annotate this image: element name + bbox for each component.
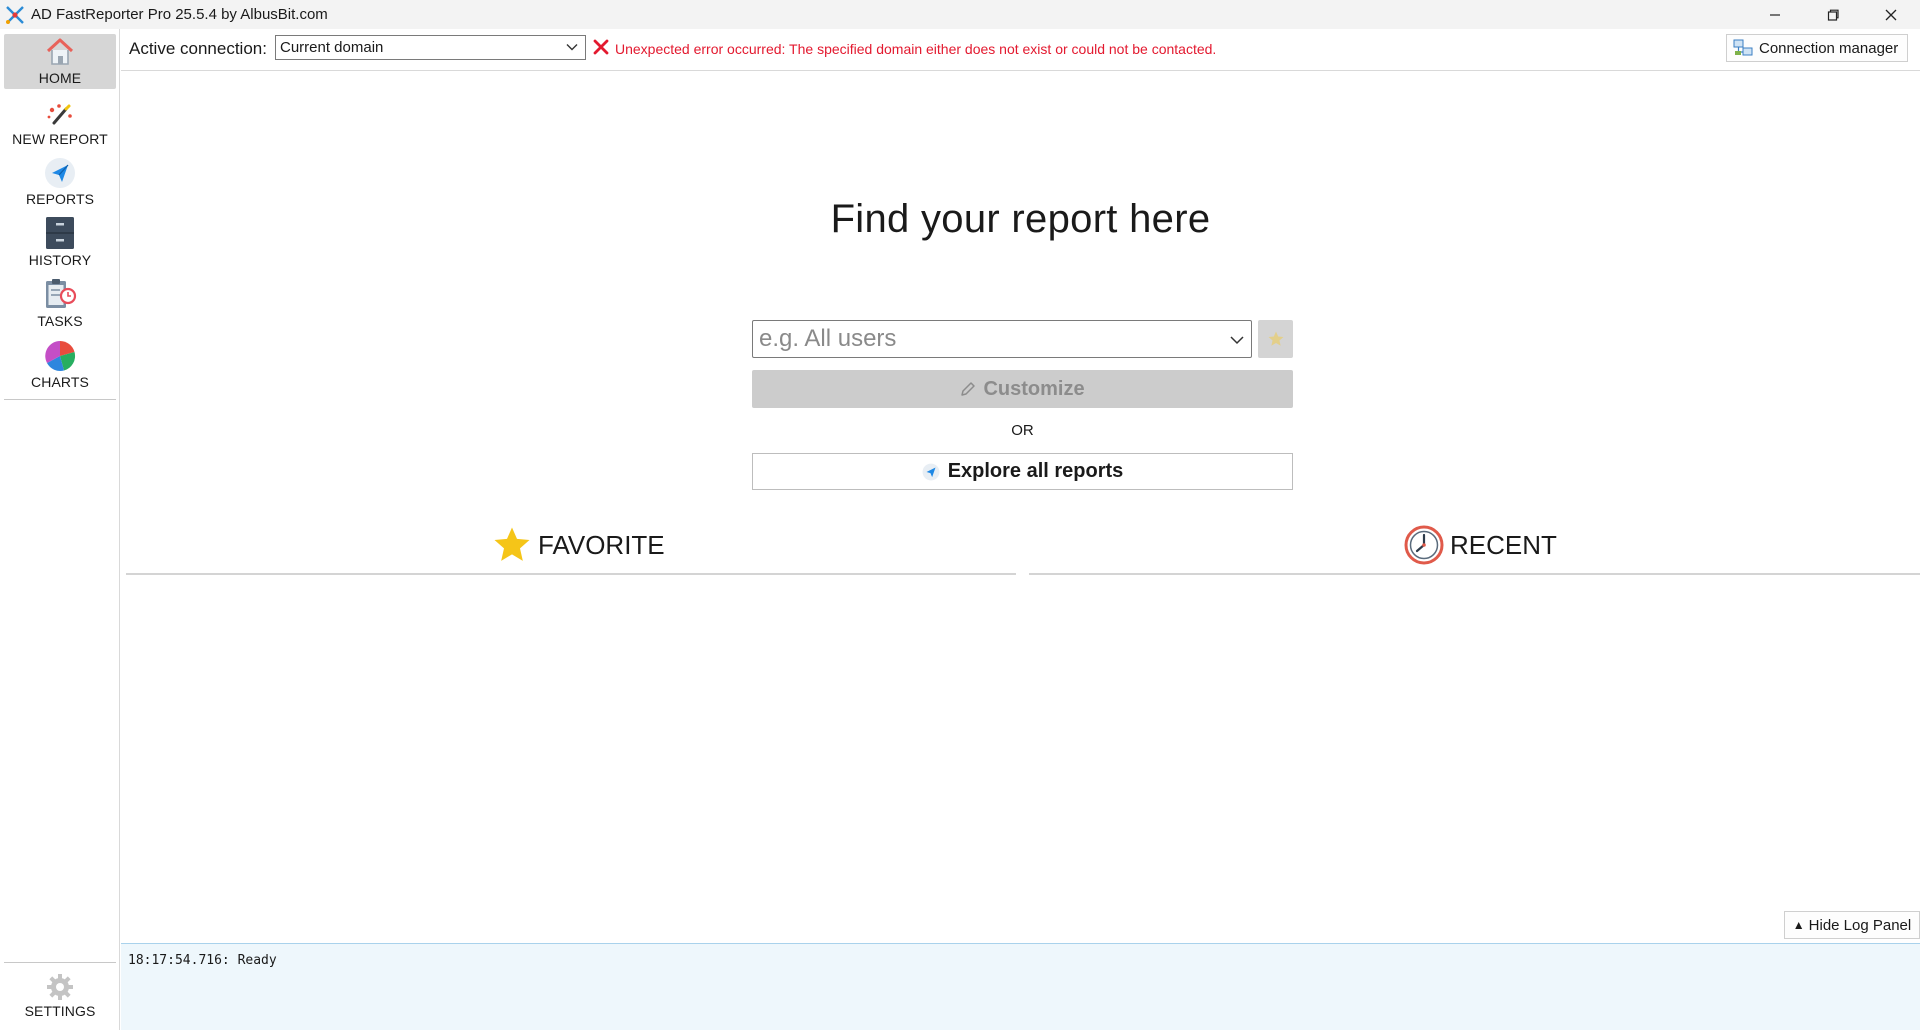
close-button[interactable] xyxy=(1862,0,1920,29)
sidebar-item-label: TASKS xyxy=(37,313,83,329)
connection-manager-label: Connection manager xyxy=(1759,39,1899,57)
log-panel: 18:17:54.716: Ready xyxy=(121,943,1920,1030)
connection-error-message: Unexpected error occurred: The specified… xyxy=(615,41,1217,57)
hide-log-panel-button[interactable]: ▲ Hide Log Panel xyxy=(1784,911,1920,939)
paper-plane-icon xyxy=(922,463,940,480)
pencil-icon xyxy=(961,382,976,396)
customize-button[interactable]: Customize xyxy=(752,370,1293,408)
network-computers-icon xyxy=(1733,39,1753,56)
restore-icon xyxy=(1827,9,1839,21)
clock-icon xyxy=(1404,525,1444,565)
active-connection-value: Current domain xyxy=(280,39,384,56)
add-favorite-button[interactable] xyxy=(1258,320,1293,358)
home-icon xyxy=(46,38,74,65)
or-separator: OR xyxy=(1011,422,1034,439)
window-title: AD FastReporter Pro 25.5.4 by AlbusBit.c… xyxy=(31,6,328,23)
sidebar: HOME NEW REPORT REPORTS HISTORY TASKS CH… xyxy=(0,29,120,1030)
window-controls xyxy=(1746,0,1920,29)
report-search-input[interactable] xyxy=(753,321,1213,357)
favorite-section-header: FAVORITE xyxy=(492,525,665,565)
report-search-combo[interactable] xyxy=(752,320,1252,358)
minimize-button[interactable] xyxy=(1746,0,1804,29)
sidebar-item-label: NEW REPORT xyxy=(12,131,108,147)
error-x-icon xyxy=(593,39,609,55)
sidebar-item-settings[interactable]: SETTINGS xyxy=(4,967,116,1022)
active-connection-select[interactable]: Current domain xyxy=(275,35,586,60)
cabinet-icon xyxy=(46,217,74,249)
star-icon xyxy=(1268,331,1283,346)
recent-section-label: RECENT xyxy=(1450,529,1557,560)
sidebar-item-label: HISTORY xyxy=(28,252,92,268)
magic-wand-icon xyxy=(47,104,72,125)
sidebar-divider xyxy=(4,399,116,400)
sidebar-item-new-report[interactable]: NEW REPORT xyxy=(4,95,116,150)
log-line: 18:17:54.716: Ready xyxy=(128,953,277,968)
favorite-section-divider xyxy=(126,573,1016,575)
albusbit-logo-icon xyxy=(4,4,26,26)
chevron-down-icon[interactable] xyxy=(1229,332,1245,348)
sidebar-item-label: REPORTS xyxy=(25,191,95,207)
connection-bar: Active connection: Current domain Unexpe… xyxy=(121,29,1920,71)
pie-chart-icon xyxy=(45,340,76,371)
gear-icon xyxy=(47,974,73,1000)
chevron-down-icon xyxy=(566,44,578,51)
customize-label: Customize xyxy=(983,377,1085,400)
minimize-icon xyxy=(1770,13,1780,16)
connection-manager-button[interactable]: Connection manager xyxy=(1726,34,1908,62)
clipboard-clock-icon xyxy=(46,279,77,308)
sidebar-divider xyxy=(4,962,116,963)
sidebar-item-history[interactable]: HISTORY xyxy=(4,216,116,271)
recent-section-header: RECENT xyxy=(1404,525,1557,565)
explore-all-reports-button[interactable]: Explore all reports xyxy=(752,453,1293,490)
favorite-section-label: FAVORITE xyxy=(538,529,665,560)
active-connection-label: Active connection: xyxy=(129,39,267,58)
sidebar-item-home[interactable]: HOME xyxy=(4,34,116,89)
recent-section-divider xyxy=(1029,573,1920,575)
sidebar-item-label: SETTINGS xyxy=(24,1003,96,1019)
explore-all-reports-label: Explore all reports xyxy=(947,460,1124,482)
close-icon xyxy=(1885,9,1897,20)
hide-log-panel-label: Hide Log Panel xyxy=(1808,916,1912,934)
sidebar-item-reports[interactable]: REPORTS xyxy=(4,155,116,210)
sidebar-item-label: HOME xyxy=(38,70,82,86)
page-title: Find your report here xyxy=(830,197,1211,241)
restore-button[interactable] xyxy=(1804,0,1862,29)
triangle-up-icon: ▲ xyxy=(1792,918,1805,932)
sidebar-item-charts[interactable]: CHARTS xyxy=(4,338,116,393)
paper-plane-icon xyxy=(45,158,75,188)
title-bar: AD FastReporter Pro 25.5.4 by AlbusBit.c… xyxy=(0,0,1920,29)
star-icon xyxy=(494,527,530,561)
sidebar-item-tasks[interactable]: TASKS xyxy=(4,277,116,332)
sidebar-item-label: CHARTS xyxy=(31,374,89,390)
